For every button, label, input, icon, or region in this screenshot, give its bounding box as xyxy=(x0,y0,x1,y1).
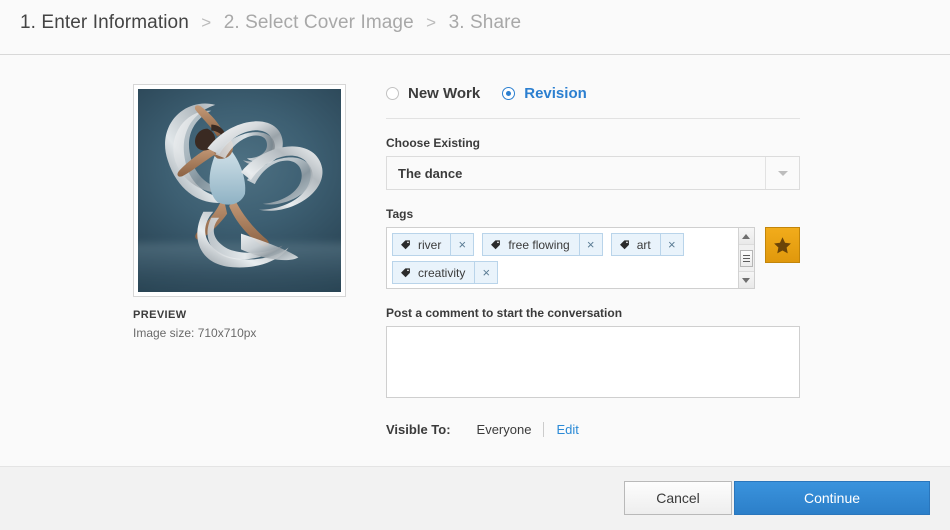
tags-row: river × free flowing × art × creativity … xyxy=(386,227,800,289)
tags-list: river × free flowing × art × creativity … xyxy=(392,233,740,288)
breadcrumb-separator-icon: > xyxy=(426,13,437,32)
arrow-up-icon xyxy=(742,233,751,239)
preview-caption: PREVIEW xyxy=(133,309,187,321)
star-icon xyxy=(773,236,791,253)
choose-existing-label: Choose Existing xyxy=(386,136,481,150)
work-type-radio-group: New Work Revision xyxy=(386,82,800,119)
share-artwork-dialog: 1. Enter Information > 2. Select Cover I… xyxy=(0,0,950,530)
radio-revision-icon[interactable] xyxy=(502,86,516,100)
choose-existing-select[interactable]: The dance xyxy=(386,156,800,190)
tag-label: creativity xyxy=(418,265,466,280)
tag-icon xyxy=(612,234,635,255)
tag-label: free flowing xyxy=(508,237,570,252)
dialog-body: PREVIEW Image size: 710x710px New Work R… xyxy=(0,56,950,466)
grip-icon xyxy=(742,255,750,262)
tag-chip[interactable]: creativity × xyxy=(392,261,499,284)
tag-label: river xyxy=(418,237,442,252)
preview-image-frame[interactable] xyxy=(133,84,346,297)
cancel-button[interactable]: Cancel xyxy=(624,481,732,515)
arrow-down-icon xyxy=(742,277,751,283)
radio-revision-label: Revision xyxy=(524,84,587,102)
tag-icon xyxy=(393,234,416,255)
breadcrumb: 1. Enter Information > 2. Select Cover I… xyxy=(20,12,521,34)
tag-remove-icon[interactable]: × xyxy=(450,234,473,255)
radio-option-new-work[interactable]: New Work xyxy=(386,85,480,102)
chevron-down-icon xyxy=(777,170,788,176)
radio-new-work-icon[interactable] xyxy=(386,86,399,100)
scrollbar-thumb[interactable] xyxy=(739,250,753,267)
visibility-value: Everyone xyxy=(476,422,532,437)
radio-option-revision[interactable]: Revision xyxy=(502,85,587,102)
artwork-thumbnail xyxy=(138,89,341,292)
breadcrumb-step-1[interactable]: 1. Enter Information xyxy=(20,12,189,33)
scrollbar-up-button[interactable] xyxy=(738,228,754,245)
tag-remove-icon[interactable]: × xyxy=(659,234,683,255)
tag-icon xyxy=(483,234,506,255)
breadcrumb-step-3[interactable]: 3. Share xyxy=(449,12,522,33)
comment-textarea[interactable] xyxy=(386,326,800,398)
breadcrumb-step-2[interactable]: 2. Select Cover Image xyxy=(224,12,414,33)
continue-button[interactable]: Continue xyxy=(734,481,930,515)
visibility-divider xyxy=(543,422,545,437)
radio-new-work-label: New Work xyxy=(408,84,481,102)
tag-chip[interactable]: free flowing × xyxy=(482,233,603,256)
dialog-header: 1. Enter Information > 2. Select Cover I… xyxy=(0,0,950,55)
artwork-illustration xyxy=(165,103,323,268)
tags-input-box[interactable]: river × free flowing × art × creativity … xyxy=(386,227,755,289)
form-column: New Work Revision Choose Existing The da… xyxy=(386,82,800,437)
tag-label: art xyxy=(636,237,651,252)
dialog-footer: Cancel Continue xyxy=(0,466,950,530)
breadcrumb-separator-icon: > xyxy=(201,13,212,32)
tags-label: Tags xyxy=(386,207,414,221)
visibility-row: Visible To: Everyone Edit xyxy=(386,422,800,437)
scrollbar-down-button[interactable] xyxy=(738,271,754,288)
visibility-edit-link[interactable]: Edit xyxy=(556,422,578,437)
choose-existing-dropdown-button[interactable] xyxy=(765,157,799,189)
tag-chip[interactable]: river × xyxy=(392,233,475,256)
comment-label: Post a comment to start the conversation xyxy=(386,306,623,320)
tag-remove-icon[interactable]: × xyxy=(578,234,602,255)
tags-scrollbar[interactable] xyxy=(737,228,754,288)
feature-star-button[interactable] xyxy=(764,227,800,263)
choose-existing-value: The dance xyxy=(398,165,463,181)
tag-remove-icon[interactable]: × xyxy=(474,262,497,283)
preview-column: PREVIEW Image size: 710x710px xyxy=(133,84,348,340)
preview-image-size: Image size: 710x710px xyxy=(133,326,257,340)
visibility-label: Visible To: xyxy=(386,422,451,437)
tag-chip[interactable]: art × xyxy=(610,233,684,256)
tag-icon xyxy=(393,262,416,283)
